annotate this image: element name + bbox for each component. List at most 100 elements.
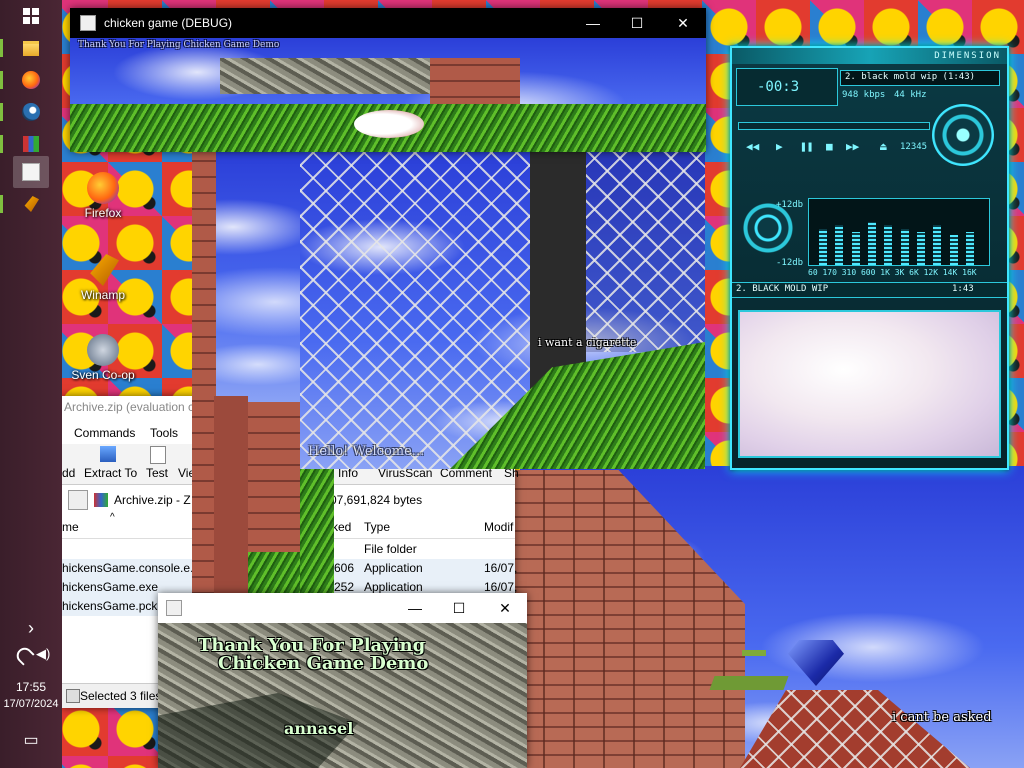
maximize-button[interactable]: ☐ — [614, 8, 660, 38]
eq-slider[interactable] — [917, 232, 925, 265]
eq-plus-label: +12db — [776, 200, 804, 210]
firefox-icon — [22, 71, 40, 89]
trail-sky — [216, 152, 300, 402]
clock-time[interactable]: 17:55 — [0, 680, 62, 694]
sven-coop-icon — [87, 334, 119, 366]
small-game-viewport[interactable]: Thank You For Playing Chicken Game Demo … — [158, 623, 527, 768]
eject-button[interactable]: ⏏ — [880, 140, 887, 153]
running-indicator — [0, 39, 3, 57]
prev-button[interactable]: ◀◀ — [746, 140, 759, 153]
play-button[interactable]: ▶ — [776, 140, 783, 153]
winamp-bitrate: 948 kbps — [842, 90, 886, 100]
taskbar-firefox[interactable] — [0, 64, 49, 96]
eq-minus-label: -12db — [776, 258, 804, 268]
winamp-equalizer[interactable] — [808, 198, 990, 266]
winamp-seek-bar[interactable] — [738, 122, 930, 130]
chicken-app-icon — [166, 600, 182, 616]
winamp-counter: 12345 — [900, 142, 928, 152]
desktop-icon-label: Winamp — [80, 288, 125, 302]
col-packed[interactable]: ked — [332, 520, 351, 534]
running-indicator — [0, 103, 3, 121]
col-type[interactable]: Type — [364, 520, 390, 534]
winrar-title: Archive.zip (evaluation c — [64, 400, 195, 414]
up-folder-icon[interactable] — [68, 490, 88, 510]
maximize-button[interactable]: ☐ — [436, 593, 482, 623]
eq-slider[interactable] — [966, 232, 974, 265]
row-modified: 16/07, — [484, 580, 518, 594]
chicken-app-icon — [80, 15, 96, 31]
col-modified[interactable]: Modif — [484, 520, 513, 534]
window-title: chicken game (DEBUG) — [104, 16, 233, 30]
winamp-player[interactable]: DIMENSION -00:3 2. black mold wip (1:43)… — [730, 46, 1009, 470]
row-name: hickensGame.console.e.. — [62, 561, 197, 575]
windows-start-button[interactable] — [13, 0, 49, 32]
col-name[interactable]: me — [62, 520, 79, 534]
clock-date[interactable]: 17/07/2024 — [0, 698, 62, 710]
running-indicator — [0, 195, 3, 213]
fence-mesh-right — [586, 152, 705, 352]
desktop-icon-winamp[interactable]: Winamp — [66, 254, 140, 302]
cant-be-asked-label: i cant be asked — [892, 710, 992, 725]
small-game-bottom-caption: annasel — [284, 719, 354, 738]
eq-freq-labels: 60 170 310 600 1K 3K 6K 12K 14K 16K — [808, 268, 977, 277]
archive-size: 07,691,824 bytes — [330, 493, 423, 507]
chicken-game-window[interactable]: chicken game (DEBUG) — ☐ ✕ Thank You For… — [70, 8, 706, 152]
eq-slider[interactable] — [868, 222, 876, 265]
eq-slider[interactable] — [950, 235, 958, 265]
chicken-game-titlebar[interactable]: chicken game (DEBUG) — ☐ ✕ — [70, 8, 706, 38]
row-name: hickensGame.pck — [62, 599, 158, 613]
taskbar-steam[interactable] — [0, 96, 49, 128]
eq-slider[interactable] — [852, 232, 860, 265]
running-indicator — [0, 71, 3, 89]
volume-icon[interactable]: ◀) — [36, 646, 50, 662]
menu-tools[interactable]: Tools — [150, 426, 178, 440]
taskbar-winamp[interactable] — [0, 188, 49, 220]
sort-up-icon: ^ — [110, 512, 115, 523]
network-icon[interactable] — [13, 644, 35, 666]
notification-icon[interactable]: ▭ — [0, 730, 62, 750]
row-type: Application — [364, 580, 423, 594]
desktop-icon-firefox[interactable]: Firefox — [66, 172, 140, 220]
winamp-titlebar[interactable]: DIMENSION — [732, 48, 1007, 64]
minimize-button[interactable]: — — [570, 8, 616, 38]
stop-button[interactable]: ■ — [826, 140, 833, 153]
chicken-game-icon — [22, 163, 40, 181]
winamp-time-display: -00:3 — [736, 68, 838, 106]
row-type: Application — [364, 561, 423, 575]
small-game-titlebar[interactable]: — ☐ ✕ — [158, 593, 527, 623]
eq-slider[interactable] — [819, 229, 827, 265]
winamp-knob-icon[interactable] — [932, 104, 994, 166]
winamp-playlist-bar[interactable]: 2. BLACK MOLD WIP 1:43 — [732, 282, 1007, 298]
taskbar-chicken-game[interactable] — [13, 156, 49, 188]
close-button[interactable]: ✕ — [660, 8, 706, 38]
hello-label: Hello! Welcome... — [308, 444, 425, 459]
tool-test[interactable]: Test — [146, 466, 168, 480]
small-game-window[interactable]: — ☐ ✕ Thank You For Playing Chicken Game… — [158, 593, 527, 768]
pause-button[interactable]: ❚❚ — [800, 140, 813, 153]
extract-icon — [100, 446, 116, 462]
minimize-button[interactable]: — — [392, 593, 438, 623]
winamp-icon — [24, 196, 39, 212]
archive-icon — [94, 493, 108, 507]
next-button[interactable]: ▶▶ — [846, 140, 859, 153]
game-trail-post — [214, 396, 248, 624]
winamp-track-display: 2. black mold wip (1:43) — [840, 70, 1000, 86]
taskbar-file-explorer[interactable] — [0, 32, 49, 64]
status-icon — [66, 689, 80, 703]
menu-commands[interactable]: Commands — [74, 426, 135, 440]
eq-slider[interactable] — [884, 225, 892, 265]
eq-slider[interactable] — [933, 225, 941, 265]
row-packed: 606 — [334, 561, 355, 575]
winamp-transport: ◀◀ ▶ ❚❚ ■ ▶▶ ⏏ — [746, 140, 916, 154]
winrar-path[interactable]: Archive.zip - Z — [114, 493, 191, 507]
game-viewport[interactable]: Thank You For Playing Chicken Game Demo — [70, 38, 706, 152]
eq-slider[interactable] — [901, 229, 909, 265]
tool-add[interactable]: dd — [62, 466, 75, 480]
winamp-visualizer — [738, 310, 1001, 458]
tray-expand-chevron[interactable]: › — [0, 618, 62, 639]
close-button[interactable]: ✕ — [482, 593, 528, 623]
eq-slider[interactable] — [835, 225, 843, 265]
desktop-icon-sven-coop[interactable]: Sven Co-op — [66, 334, 140, 382]
game-hud-text: Thank You For Playing Chicken Game Demo — [78, 40, 280, 50]
tool-extract-to[interactable]: Extract To — [84, 466, 137, 480]
